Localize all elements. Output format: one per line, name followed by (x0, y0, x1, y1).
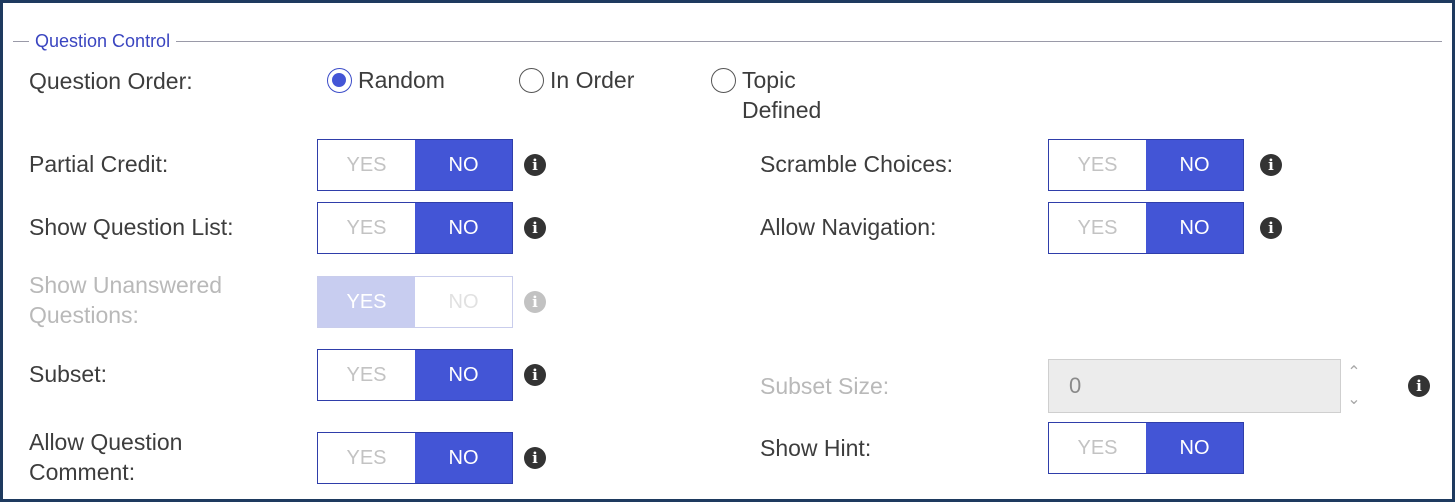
scramble-choices-yes[interactable]: YES (1049, 140, 1146, 190)
partial-credit-toggle[interactable]: YES NO (317, 139, 513, 191)
radio-in-order[interactable]: In Order (519, 65, 634, 95)
allow-question-comment-line2: Comment: (29, 459, 136, 485)
show-question-list-yes[interactable]: YES (318, 203, 415, 253)
subset-size-spinner: ⌃ ⌄ (1341, 359, 1367, 413)
subset-size-label: Subset Size: (760, 373, 890, 399)
radio-in-order-circle[interactable] (519, 68, 544, 93)
radio-topic-defined[interactable]: Topic Defined (711, 65, 821, 125)
scramble-choices-label: Scramble Choices: (760, 151, 954, 177)
radio-topic-defined-label: Topic Defined (742, 65, 821, 125)
allow-navigation-toggle[interactable]: YES NO (1048, 202, 1244, 254)
show-question-list-no[interactable]: NO (415, 203, 512, 253)
allow-question-comment-no[interactable]: NO (415, 433, 512, 483)
show-hint-no[interactable]: NO (1146, 423, 1243, 473)
radio-topic-defined-line1: Topic (742, 67, 796, 93)
partial-credit-yes[interactable]: YES (318, 140, 415, 190)
show-hint-yes[interactable]: YES (1049, 423, 1146, 473)
info-icon[interactable]: i (1260, 217, 1282, 239)
partial-credit-label: Partial Credit: (29, 151, 169, 177)
show-hint-toggle[interactable]: YES NO (1048, 422, 1244, 474)
allow-question-comment-line1: Allow Question (29, 429, 183, 455)
show-unanswered-label: Show Unanswered Questions: (29, 270, 222, 330)
radio-random[interactable]: Random (327, 65, 445, 95)
question-control-panel: Question Control Question Order: Random … (0, 0, 1455, 502)
section-title: Question Control (29, 29, 177, 53)
show-question-list-toggle[interactable]: YES NO (317, 202, 513, 254)
fieldset-border (13, 41, 1442, 42)
subset-toggle[interactable]: YES NO (317, 349, 513, 401)
show-unanswered-toggle: YES NO (317, 276, 513, 328)
info-icon: i (524, 291, 546, 313)
chevron-up-icon: ⌃ (1347, 364, 1361, 381)
subset-label: Subset: (29, 361, 107, 387)
show-unanswered-line1: Show Unanswered (29, 272, 223, 298)
info-icon[interactable]: i (1260, 154, 1282, 176)
show-unanswered-line2: Questions: (29, 302, 139, 328)
info-icon[interactable]: i (524, 217, 546, 239)
radio-topic-defined-circle[interactable] (711, 68, 736, 93)
info-icon[interactable]: i (524, 154, 546, 176)
show-unanswered-yes: YES (318, 277, 415, 327)
info-icon[interactable]: i (524, 364, 546, 386)
allow-navigation-yes[interactable]: YES (1049, 203, 1146, 253)
question-order-label: Question Order: (29, 68, 193, 94)
show-unanswered-no: NO (415, 277, 512, 327)
chevron-down-icon: ⌄ (1347, 391, 1361, 408)
allow-question-comment-toggle[interactable]: YES NO (317, 432, 513, 484)
allow-navigation-no[interactable]: NO (1146, 203, 1243, 253)
info-icon[interactable]: i (1408, 375, 1430, 397)
subset-size-input: 0 (1048, 359, 1341, 413)
radio-topic-defined-line2: Defined (742, 97, 822, 123)
info-icon[interactable]: i (524, 447, 546, 469)
subset-yes[interactable]: YES (318, 350, 415, 400)
radio-in-order-label: In Order (550, 67, 635, 93)
allow-navigation-label: Allow Navigation: (760, 214, 937, 240)
allow-question-comment-yes[interactable]: YES (318, 433, 415, 483)
radio-random-label: Random (358, 67, 445, 93)
show-question-list-label: Show Question List: (29, 214, 234, 240)
partial-credit-no[interactable]: NO (415, 140, 512, 190)
scramble-choices-toggle[interactable]: YES NO (1048, 139, 1244, 191)
scramble-choices-no[interactable]: NO (1146, 140, 1243, 190)
show-hint-label: Show Hint: (760, 435, 872, 461)
subset-no[interactable]: NO (415, 350, 512, 400)
allow-question-comment-label: Allow Question Comment: (29, 427, 182, 487)
radio-random-circle[interactable] (327, 68, 352, 93)
